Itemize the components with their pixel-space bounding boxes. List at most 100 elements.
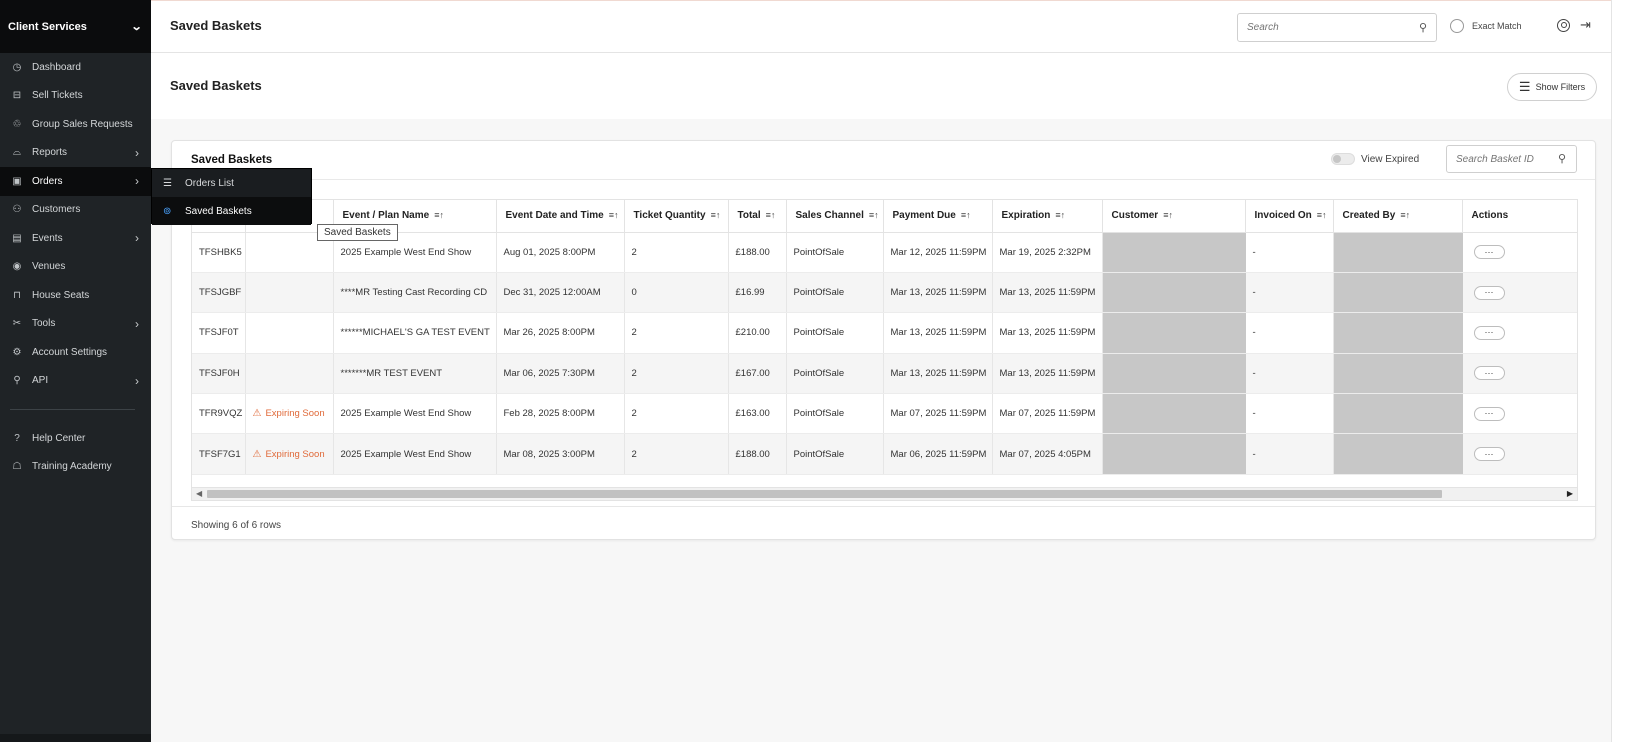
- table-row[interactable]: TFSF7G1 ⚠ Expiring Soon 2025 Example West E…: [192, 433, 1577, 475]
- more-actions-button[interactable]: ···: [1473, 406, 1505, 421]
- cell-text: £210.00: [735, 327, 770, 339]
- toggle-switch[interactable]: [1331, 153, 1355, 165]
- cell-total: £188.00: [728, 433, 787, 475]
- cell-actions: ···: [1462, 393, 1577, 435]
- sort-icon[interactable]: ≡↑: [1317, 210, 1327, 220]
- cell-total: £16.99: [728, 272, 787, 314]
- cell-invoiced: -: [1245, 312, 1334, 354]
- saved-baskets-card: Saved Baskets View Expired ⚲ Event / Pla…: [171, 140, 1596, 540]
- ticket-icon: ⊟: [12, 90, 22, 102]
- cell-created-by-redacted: [1333, 232, 1463, 273]
- search-input[interactable]: [1238, 14, 1398, 41]
- column-header[interactable]: Event Date and Time ≡↑: [496, 200, 625, 233]
- sidebar-item-training-academy[interactable]: ☖ Training Academy: [0, 453, 151, 482]
- sidebar-item-label: Dashboard: [32, 61, 81, 73]
- logout-icon[interactable]: ⇥: [1580, 17, 1591, 33]
- table-row[interactable]: TFSJF0H *******MR TEST EVENT Mar 06, 2025 …: [192, 353, 1577, 395]
- view-expired-toggle[interactable]: View Expired: [1331, 153, 1419, 165]
- cell-total: £163.00: [728, 393, 787, 435]
- cell-event: 2025 Example West End Show: [333, 433, 497, 475]
- cell-date: Dec 31, 2025 12:00AM: [496, 272, 625, 314]
- sort-icon[interactable]: ≡↑: [711, 210, 721, 220]
- cell-text: ****MR Testing Cast Recording CD: [340, 287, 488, 299]
- more-actions-button[interactable]: ···: [1473, 285, 1505, 300]
- column-header[interactable]: Customer ≡↑: [1102, 200, 1246, 233]
- flyout-item-orders-list[interactable]: ☰ Orders List: [152, 169, 311, 197]
- more-actions-button[interactable]: ···: [1473, 447, 1505, 462]
- sidebar-item-dashboard[interactable]: ◷ Dashboard: [0, 53, 151, 82]
- sliders-icon: ☰: [1518, 79, 1531, 94]
- sort-icon[interactable]: ≡↑: [434, 210, 444, 220]
- cell-text: Mar 26, 2025 8:00PM: [503, 327, 595, 339]
- sidebar-divider: [10, 409, 135, 410]
- column-header-label: Created By: [1342, 210, 1396, 222]
- sidebar-item-venues[interactable]: ◉ Venues: [0, 253, 151, 282]
- exact-match-checkbox[interactable]: [1450, 19, 1464, 33]
- column-header[interactable]: Created By ≡↑: [1333, 200, 1463, 233]
- sidebar-item-group-sales-requests[interactable]: ♲ Group Sales Requests: [0, 110, 151, 139]
- column-header[interactable]: Total ≡↑: [728, 200, 787, 233]
- sidebar-item-help-center[interactable]: ? Help Center: [0, 424, 151, 453]
- show-filters-button[interactable]: ☰ Show Filters: [1507, 73, 1597, 101]
- column-header[interactable]: Ticket Quantity ≡↑: [624, 200, 729, 233]
- search-icon[interactable]: ⚲: [1419, 21, 1427, 34]
- basket-search-input[interactable]: [1447, 146, 1547, 172]
- sort-icon[interactable]: ≡↑: [609, 210, 619, 220]
- sort-icon[interactable]: ≡↑: [961, 210, 971, 220]
- horizontal-scrollbar[interactable]: ◀ ▶: [191, 488, 1578, 501]
- cell-actions: ···: [1462, 272, 1577, 314]
- cell-channel: PointOfSale: [786, 393, 884, 435]
- sidebar-item-events[interactable]: ▤ Events ›: [0, 224, 151, 253]
- sidebar-footer-nav: ? Help Center ☖ Training Academy: [0, 424, 151, 481]
- sort-icon[interactable]: ≡↑: [1163, 210, 1173, 220]
- cell-text: 2: [631, 408, 637, 420]
- scroll-right-icon[interactable]: ▶: [1567, 489, 1573, 498]
- column-header[interactable]: Payment Due ≡↑: [883, 200, 993, 233]
- scrollbar-thumb[interactable]: [207, 490, 1442, 498]
- cell-customer-redacted: [1102, 433, 1246, 475]
- cell-text: Expiring Soon: [265, 408, 325, 420]
- more-actions-button[interactable]: ···: [1473, 325, 1505, 340]
- venue-icon: ◉: [12, 261, 22, 273]
- sidebar-item-api[interactable]: ⚲ API ›: [0, 367, 151, 396]
- cell-text: £16.99: [735, 287, 765, 299]
- sidebar-item-house-seats[interactable]: ⊓ House Seats: [0, 281, 151, 310]
- sidebar-item-sell-tickets[interactable]: ⊟ Sell Tickets: [0, 82, 151, 111]
- sort-icon[interactable]: ≡↑: [1055, 210, 1065, 220]
- cell-text: Dec 31, 2025 12:00AM: [503, 287, 601, 299]
- more-actions-button[interactable]: ···: [1473, 366, 1505, 381]
- column-header[interactable]: Sales Channel ≡↑: [786, 200, 884, 233]
- table-row[interactable]: TFSJF0T ******MICHAEL'S GA TEST EVENT Mar …: [192, 312, 1577, 354]
- table-row[interactable]: TFSJGBF ****MR Testing Cast Recording CD D…: [192, 272, 1577, 314]
- more-actions-button[interactable]: ···: [1473, 245, 1505, 260]
- scroll-left-icon[interactable]: ◀: [196, 489, 202, 498]
- org-switcher[interactable]: Client Services ⌄: [0, 0, 151, 53]
- sidebar-item-tools[interactable]: ✂ Tools ›: [0, 310, 151, 339]
- column-header[interactable]: Expiration ≡↑: [992, 200, 1103, 233]
- sidebar-item-customers[interactable]: ⚇ Customers: [0, 196, 151, 225]
- calendar-icon: ▤: [12, 232, 22, 244]
- exact-match-toggle[interactable]: Exact Match: [1450, 19, 1522, 33]
- sidebar-item-orders[interactable]: ▣ Orders ›: [0, 167, 151, 196]
- cell-invoiced: -: [1245, 433, 1334, 475]
- sidebar-item-account-settings[interactable]: ⚙ Account Settings: [0, 338, 151, 367]
- cell-expiration: Mar 13, 2025 11:59PM: [992, 353, 1103, 395]
- user-profile-icon[interactable]: [1557, 19, 1570, 32]
- sidebar-item-reports[interactable]: ⌓ Reports ›: [0, 139, 151, 168]
- cell-text: Mar 13, 2025 11:59PM: [890, 327, 987, 339]
- cell-status: [245, 272, 334, 314]
- cell-actions: ···: [1462, 232, 1577, 273]
- sort-icon[interactable]: ≡↑: [766, 210, 776, 220]
- table-row[interactable]: TFR9VQZ ⚠ Expiring Soon 2025 Example West E…: [192, 393, 1577, 435]
- cell-invoiced: -: [1245, 393, 1334, 435]
- column-header[interactable]: Invoiced On ≡↑: [1245, 200, 1334, 233]
- cell-text: 2025 Example West End Show: [340, 246, 472, 258]
- cell-text: Mar 13, 2025 11:59PM: [999, 287, 1096, 299]
- flyout-item-saved-baskets[interactable]: ⊚ Saved Baskets: [152, 197, 311, 225]
- table-row[interactable]: TFSHBK5 2025 Example West End Show Aug 01,…: [192, 232, 1577, 273]
- cell-invoiced: -: [1245, 272, 1334, 314]
- sort-icon[interactable]: ≡↑: [869, 210, 879, 220]
- cell-event: *******MR TEST EVENT: [333, 353, 497, 395]
- search-icon[interactable]: ⚲: [1558, 152, 1566, 165]
- sort-icon[interactable]: ≡↑: [1400, 210, 1410, 220]
